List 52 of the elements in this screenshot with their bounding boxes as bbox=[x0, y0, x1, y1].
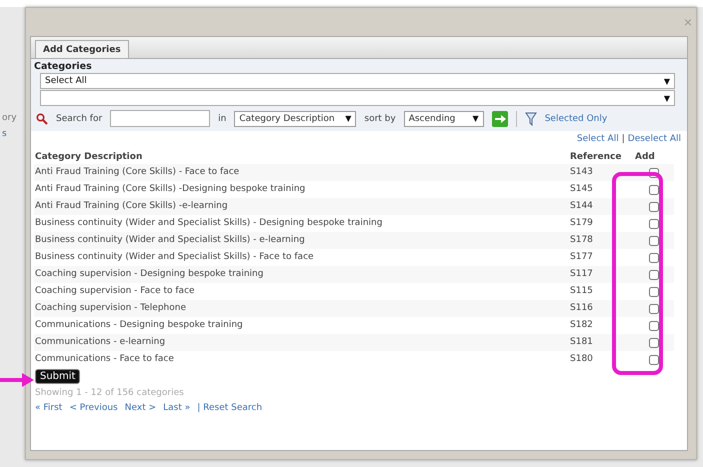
column-header: Category Description bbox=[34, 151, 144, 164]
column-header: Add bbox=[634, 151, 656, 164]
add-checkbox[interactable] bbox=[649, 270, 659, 280]
link-fragment[interactable]: s bbox=[2, 129, 25, 139]
add-checkbox[interactable] bbox=[649, 202, 659, 212]
table-cell: S144 bbox=[569, 198, 634, 215]
table-cell: Anti Fraud Training (Core Skills) -e-learning bbox=[34, 198, 569, 215]
pager-link[interactable]: < Previous bbox=[69, 403, 118, 413]
tab[interactable]: Add Categories bbox=[35, 40, 129, 58]
deselect-all-link[interactable]: Deselect All bbox=[628, 134, 681, 144]
funnel-icon bbox=[524, 112, 537, 126]
add-checkbox[interactable] bbox=[649, 320, 659, 330]
search-field[interactable] bbox=[110, 110, 210, 127]
select-all-link[interactable]: Select All bbox=[576, 134, 619, 144]
pager-link[interactable]: « First bbox=[35, 403, 62, 413]
table-cell: Anti Fraud Training (Core Skills) - Face to face bbox=[34, 164, 569, 181]
table-cell: Business continuity (Wider and Specialist Skills) - e-learning bbox=[34, 232, 569, 249]
text-fragment: ory bbox=[2, 113, 18, 123]
pager-link[interactable]: Last » bbox=[163, 403, 190, 413]
table-cell: S143 bbox=[569, 164, 634, 181]
separator: | bbox=[622, 134, 625, 144]
selected-only-link[interactable]: Selected Only bbox=[544, 114, 608, 124]
sort-label: sort by bbox=[364, 114, 396, 124]
table-cell: S116 bbox=[569, 300, 634, 317]
table-cell: Communications - e-learning bbox=[34, 334, 569, 351]
add-checkbox[interactable] bbox=[649, 286, 659, 296]
dropdown[interactable]: Select All ▼ bbox=[40, 73, 675, 89]
table-cell: S117 bbox=[569, 266, 634, 283]
add-checkbox[interactable] bbox=[649, 236, 659, 246]
table-cell: Coaching supervision - Telephone bbox=[34, 300, 569, 317]
add-checkbox[interactable] bbox=[649, 338, 659, 348]
add-checkbox[interactable] bbox=[649, 168, 659, 178]
table-cell: S178 bbox=[569, 232, 634, 249]
search-label: Search for bbox=[56, 114, 102, 124]
section-title: Categories bbox=[34, 61, 93, 72]
table-cell: Coaching supervision - Designing bespoke training bbox=[34, 266, 569, 283]
add-checkbox[interactable] bbox=[649, 354, 659, 364]
add-checkbox[interactable] bbox=[649, 218, 659, 228]
pager-link[interactable]: Next > bbox=[124, 403, 156, 413]
search-icon bbox=[36, 112, 48, 124]
dropdown[interactable]: ▼ bbox=[40, 90, 675, 106]
pager-link[interactable]: | Reset Search bbox=[197, 403, 262, 413]
sort-dropdown[interactable]: Ascending ▼ bbox=[404, 110, 484, 126]
add-checkbox[interactable] bbox=[649, 304, 659, 314]
results-count: Showing 1 - 12 of 156 categories bbox=[35, 388, 185, 398]
in-label: in bbox=[218, 114, 226, 124]
field-dropdown[interactable]: Category Description ▼ bbox=[234, 110, 356, 126]
add-checkbox[interactable] bbox=[649, 184, 659, 194]
submit-button[interactable]: Submit bbox=[35, 369, 80, 384]
column-header: Reference bbox=[569, 151, 622, 164]
table-cell: S181 bbox=[569, 334, 634, 351]
add-checkbox[interactable] bbox=[649, 252, 659, 262]
